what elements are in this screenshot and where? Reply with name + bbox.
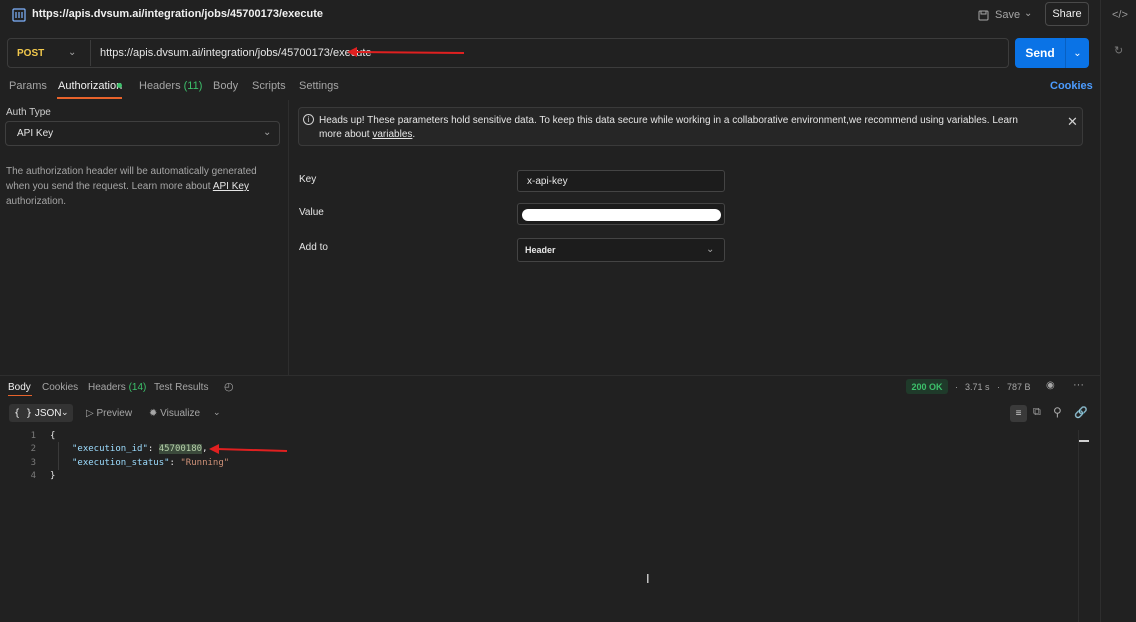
share-button[interactable]: Share	[1045, 2, 1089, 26]
cookies-link[interactable]: Cookies	[1050, 80, 1093, 92]
info-icon: i	[303, 114, 314, 125]
close-icon[interactable]: ✕	[1067, 114, 1078, 130]
send-options-chevron-icon[interactable]: ⌄	[1066, 38, 1089, 68]
chevron-down-icon[interactable]: ⌄	[61, 407, 69, 418]
active-dot-icon	[117, 83, 122, 88]
text-cursor-icon: I	[646, 571, 650, 586]
auth-type-value[interactable]: API Key	[17, 128, 53, 139]
key-label: Key	[299, 174, 317, 185]
banner-message: Heads up! These parameters hold sensitiv…	[319, 115, 1018, 140]
tab-body[interactable]: Body	[213, 80, 238, 92]
value-label: Value	[299, 207, 324, 218]
chevron-down-icon[interactable]: ⌄	[68, 47, 76, 58]
history-icon[interactable]: ◴	[224, 380, 234, 393]
preview-label: Preview	[96, 408, 133, 419]
response-tab-body[interactable]: Body	[8, 382, 31, 393]
tab-authorization[interactable]: Authorization	[58, 80, 122, 92]
response-headers-count: (14)	[128, 382, 147, 393]
scrollbar-track[interactable]	[1078, 430, 1079, 622]
json-string: "Running"	[180, 458, 230, 468]
key-input-value[interactable]: x-api-key	[527, 176, 568, 187]
json-key: "execution_id"	[72, 444, 148, 454]
send-label[interactable]: Send	[1015, 38, 1065, 68]
redacted-value[interactable]	[522, 209, 721, 221]
addto-value[interactable]: Header	[525, 245, 556, 255]
chevron-down-icon[interactable]: ⌄	[263, 127, 271, 138]
variables-link[interactable]: variables	[372, 129, 412, 140]
search-icon[interactable]: ⚲	[1053, 405, 1062, 419]
line-number: 3	[30, 458, 36, 468]
save-label: Save	[995, 9, 1021, 21]
right-sidebar	[1100, 0, 1136, 622]
method-select[interactable]: POST	[17, 48, 44, 59]
visualize-label: Visualize	[160, 408, 201, 419]
scrollbar-thumb[interactable]	[1079, 440, 1089, 442]
divider	[90, 40, 91, 66]
http-request-icon	[12, 8, 26, 22]
link-icon[interactable]: 🔗	[1074, 406, 1088, 419]
addto-label: Add to	[299, 242, 328, 253]
preview-button[interactable]: ▷ Preview	[86, 408, 132, 419]
code-line: {	[50, 431, 56, 441]
network-icon[interactable]: ◉	[1046, 380, 1055, 391]
response-tab-tests[interactable]: Test Results	[154, 382, 208, 393]
save-dropdown-chevron-icon[interactable]: ⌄	[1024, 8, 1032, 19]
visualize-button[interactable]: ✹ Visualize	[149, 408, 200, 419]
more-options-icon[interactable]: ···	[1073, 379, 1084, 391]
response-tab-headers[interactable]: Headers (14)	[88, 382, 146, 393]
indent-guide	[58, 442, 59, 470]
save-button[interactable]: Save	[978, 6, 1020, 24]
dot-separator: ·	[955, 382, 958, 392]
json-key: "execution_status"	[72, 458, 170, 468]
banner-text: Heads up! These parameters hold sensitiv…	[319, 114, 1039, 142]
copy-icon[interactable]: ⧉	[1033, 406, 1041, 419]
format-label[interactable]: { } JSON	[14, 408, 62, 419]
tab-headers[interactable]: Headers (11)	[139, 80, 202, 92]
code-line: "execution_status": "Running"	[72, 458, 230, 468]
url-input[interactable]: https://apis.dvsum.ai/integration/jobs/4…	[100, 47, 372, 59]
active-tab-indicator	[57, 97, 122, 99]
api-key-link[interactable]: API Key	[213, 181, 249, 192]
dot-separator: ·	[997, 382, 1000, 392]
line-number: 2	[30, 444, 36, 454]
chevron-down-icon[interactable]: ⌄	[706, 244, 714, 255]
json-number: 45700180	[158, 444, 203, 454]
refresh-icon[interactable]: ↻	[1114, 44, 1123, 57]
visualize-icon: ✹	[149, 408, 158, 419]
annotation-arrow	[347, 47, 465, 57]
code-line: "execution_id": 45700180,	[72, 444, 208, 454]
divider	[0, 375, 1100, 376]
response-headers-label: Headers	[88, 382, 126, 393]
auth-description: The authorization header will be automat…	[6, 164, 281, 209]
auth-type-label: Auth Type	[6, 107, 51, 118]
line-number: 1	[30, 431, 36, 441]
divider	[288, 100, 289, 375]
tab-headers-count: (11)	[183, 80, 203, 92]
annotation-arrow	[209, 444, 288, 454]
request-title[interactable]: https://apis.dvsum.ai/integration/jobs/4…	[32, 8, 323, 20]
tab-headers-label: Headers	[139, 80, 181, 92]
code-line: }	[50, 471, 56, 481]
auth-desc-end: authorization.	[6, 196, 67, 207]
response-tab-cookies[interactable]: Cookies	[42, 382, 78, 393]
chevron-down-icon[interactable]: ⌄	[213, 407, 221, 418]
tab-settings[interactable]: Settings	[299, 80, 339, 92]
tab-scripts[interactable]: Scripts	[252, 80, 286, 92]
response-time[interactable]: 3.71 s	[965, 382, 990, 392]
save-icon	[978, 10, 989, 20]
wrap-lines-icon[interactable]: ≡	[1010, 405, 1027, 422]
line-number: 4	[30, 471, 36, 481]
braces-icon: { }	[14, 408, 33, 419]
status-badge[interactable]: 200 OK	[906, 379, 948, 394]
tab-params[interactable]: Params	[9, 80, 47, 92]
response-size[interactable]: 787 B	[1007, 382, 1031, 392]
format-value: JSON	[34, 408, 62, 419]
banner-end: .	[412, 129, 416, 140]
play-icon: ▷	[86, 408, 94, 419]
code-snippet-icon[interactable]: </>	[1112, 9, 1128, 21]
active-tab-indicator	[8, 395, 32, 396]
